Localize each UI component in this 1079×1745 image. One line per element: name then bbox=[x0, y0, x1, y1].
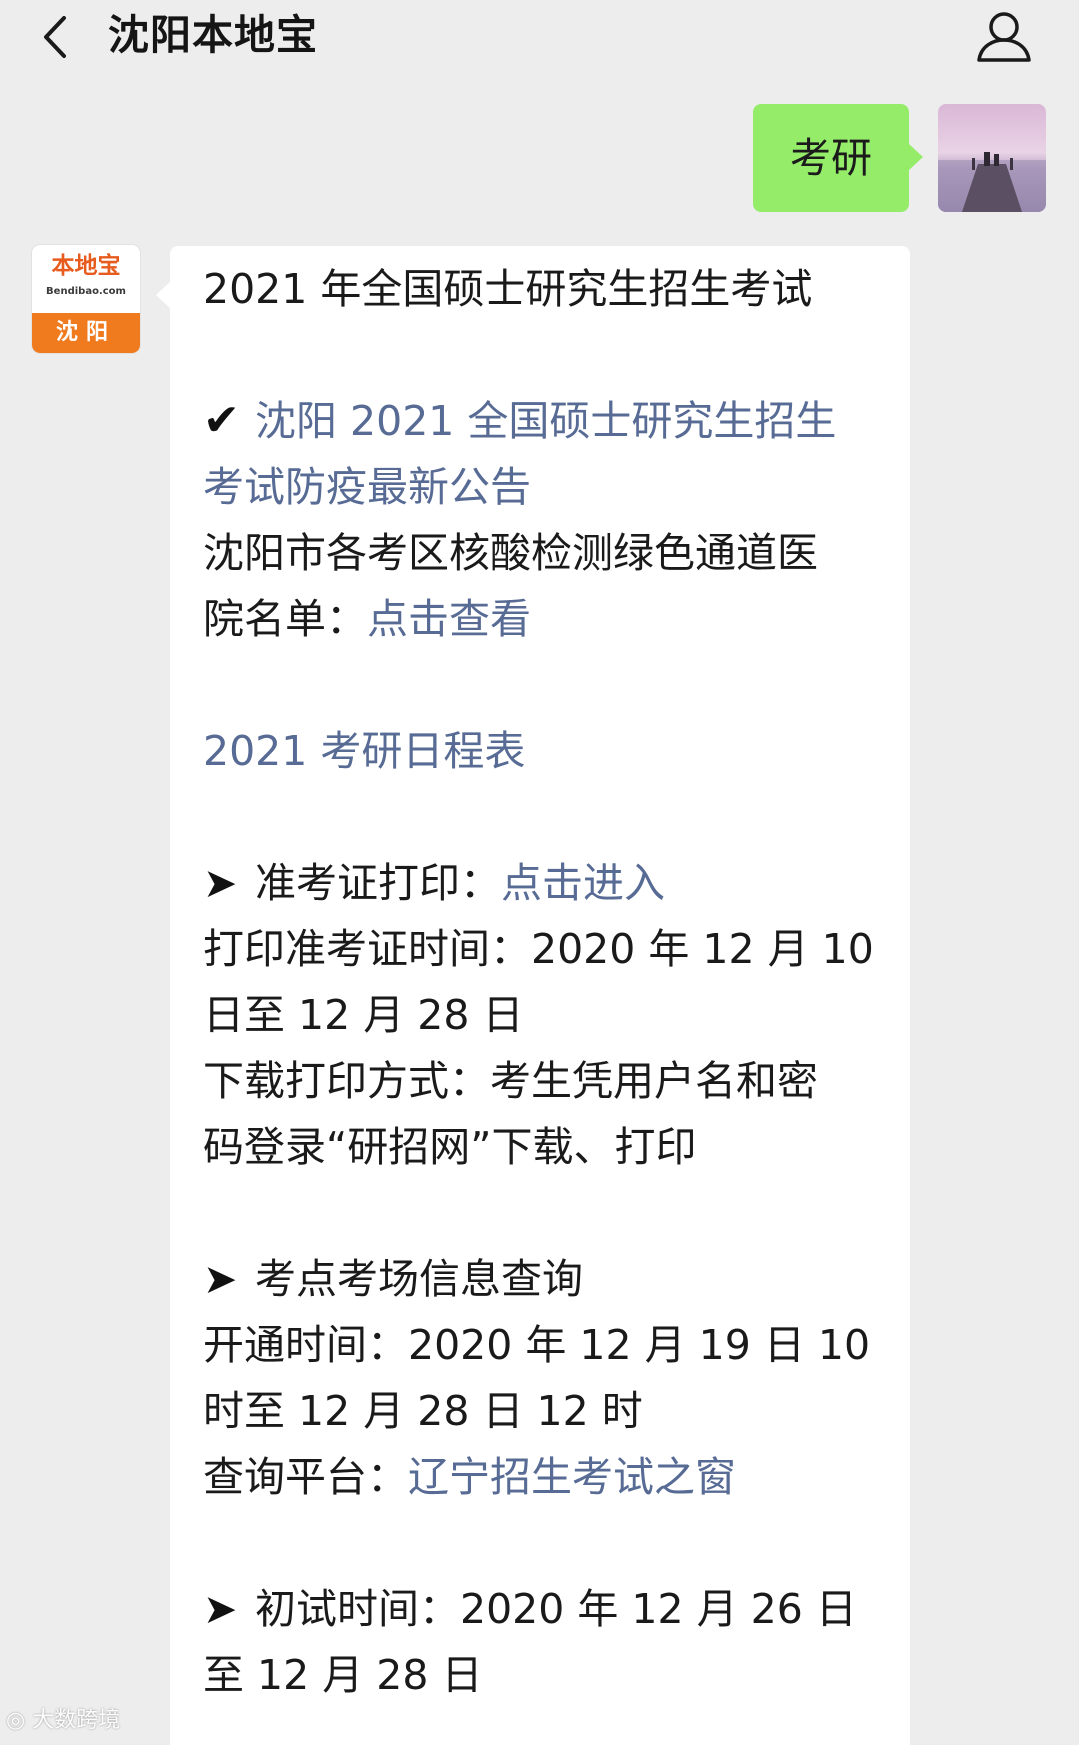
back-arrow-icon[interactable] bbox=[36, 12, 76, 62]
arrow-bullet-icon: ➤ bbox=[203, 859, 238, 907]
logo-brand-text: 本地宝 bbox=[51, 252, 121, 279]
check-mark-icon: ✔ bbox=[203, 395, 240, 446]
logo-city-band: 沈阳 bbox=[32, 313, 140, 353]
chat-screen: 沈阳本地宝 考研 本地宝 Bendibao.com 沈阳 2021 年全国硕士研… bbox=[0, 0, 1079, 1745]
venue-platform-line: 查询平台：辽宁招生考试之窗 bbox=[203, 1444, 893, 1510]
user-avatar[interactable] bbox=[938, 104, 1046, 212]
venue-line: ➤ 考点考场信息查询 bbox=[203, 1246, 893, 1312]
user-avatar-image bbox=[938, 104, 1046, 212]
notice-link-part-1[interactable]: 沈阳 2021 全国硕士研究生招生 bbox=[255, 397, 836, 445]
profile-icon[interactable] bbox=[975, 8, 1033, 64]
outgoing-message-bubble[interactable]: 考研 bbox=[753, 104, 923, 212]
download-line-2: 码登录“研招网”下载、打印 bbox=[203, 1123, 697, 1171]
exam-line-2: 至 12 月 28 日 bbox=[203, 1651, 483, 1699]
venue-time-line-2: 时至 12 月 28 日 12 时 bbox=[203, 1387, 643, 1435]
arrow-bullet-icon: ➤ bbox=[203, 1585, 238, 1633]
watermark-logo-icon: ◎ bbox=[6, 1708, 26, 1733]
download-line-1: 下载打印方式：考生凭用户名和密 bbox=[203, 1057, 818, 1105]
exam-time-text: 初试时间：2020 年 12 月 26 日 bbox=[255, 1585, 857, 1633]
chat-title: 沈阳本地宝 bbox=[108, 11, 318, 59]
hospital-view-link[interactable]: 点击查看 bbox=[367, 595, 531, 643]
incoming-message-bubble: 2021 年全国硕士研究生招生考试 ✔ 沈阳 2021 全国硕士研究生招生 考试防… bbox=[156, 246, 910, 1745]
hospital-line-2: 院名单：点击查看 bbox=[203, 586, 893, 652]
message-body: 2021 年全国硕士研究生招生考试 ✔ 沈阳 2021 全国硕士研究生招生 考试防… bbox=[203, 256, 893, 1708]
notice-link-part-2[interactable]: 考试防疫最新公告 bbox=[203, 463, 531, 511]
hospital-label: 院名单： bbox=[203, 595, 367, 643]
arrow-bullet-icon: ➤ bbox=[203, 1255, 238, 1303]
schedule-line: 2021 考研日程表 bbox=[203, 718, 893, 784]
notice-line-2: 考试防疫最新公告 bbox=[203, 454, 893, 520]
top-bar: 沈阳本地宝 bbox=[0, 0, 1079, 78]
admit-time-line-2: 日至 12 月 28 日 bbox=[203, 991, 524, 1039]
hospital-line-1: 沈阳市各考区核酸检测绿色通道医 bbox=[203, 529, 818, 577]
venue-platform-link[interactable]: 辽宁招生考试之窗 bbox=[408, 1453, 736, 1501]
exam-line-1: ➤ 初试时间：2020 年 12 月 26 日 bbox=[203, 1576, 893, 1642]
watermark-text: 大数跨境 bbox=[32, 1708, 121, 1733]
venue-time-line-1: 开通时间：2020 年 12 月 19 日 10 bbox=[203, 1321, 871, 1369]
admit-label: 准考证打印： bbox=[255, 859, 501, 907]
outgoing-message-text: 考研 bbox=[790, 134, 872, 182]
logo-domain-text: Bendibao.com bbox=[46, 286, 126, 297]
venue-platform-label: 查询平台： bbox=[203, 1453, 408, 1501]
admit-enter-link[interactable]: 点击进入 bbox=[501, 859, 665, 907]
logo-city-text: 沈阳 bbox=[55, 320, 116, 345]
admit-time-line-1: 打印准考证时间：2020 年 12 月 10 bbox=[203, 925, 874, 973]
bendibao-logo-avatar[interactable]: 本地宝 Bendibao.com 沈阳 bbox=[32, 245, 140, 353]
schedule-link[interactable]: 2021 考研日程表 bbox=[203, 727, 525, 775]
notice-line-1: ✔ 沈阳 2021 全国硕士研究生招生 bbox=[203, 388, 893, 454]
message-heading: 2021 年全国硕士研究生招生考试 bbox=[203, 265, 813, 313]
watermark: ◎ 大数跨境 bbox=[6, 1704, 120, 1738]
venue-label: 考点考场信息查询 bbox=[255, 1255, 583, 1303]
admit-line: ➤ 准考证打印：点击进入 bbox=[203, 850, 893, 916]
